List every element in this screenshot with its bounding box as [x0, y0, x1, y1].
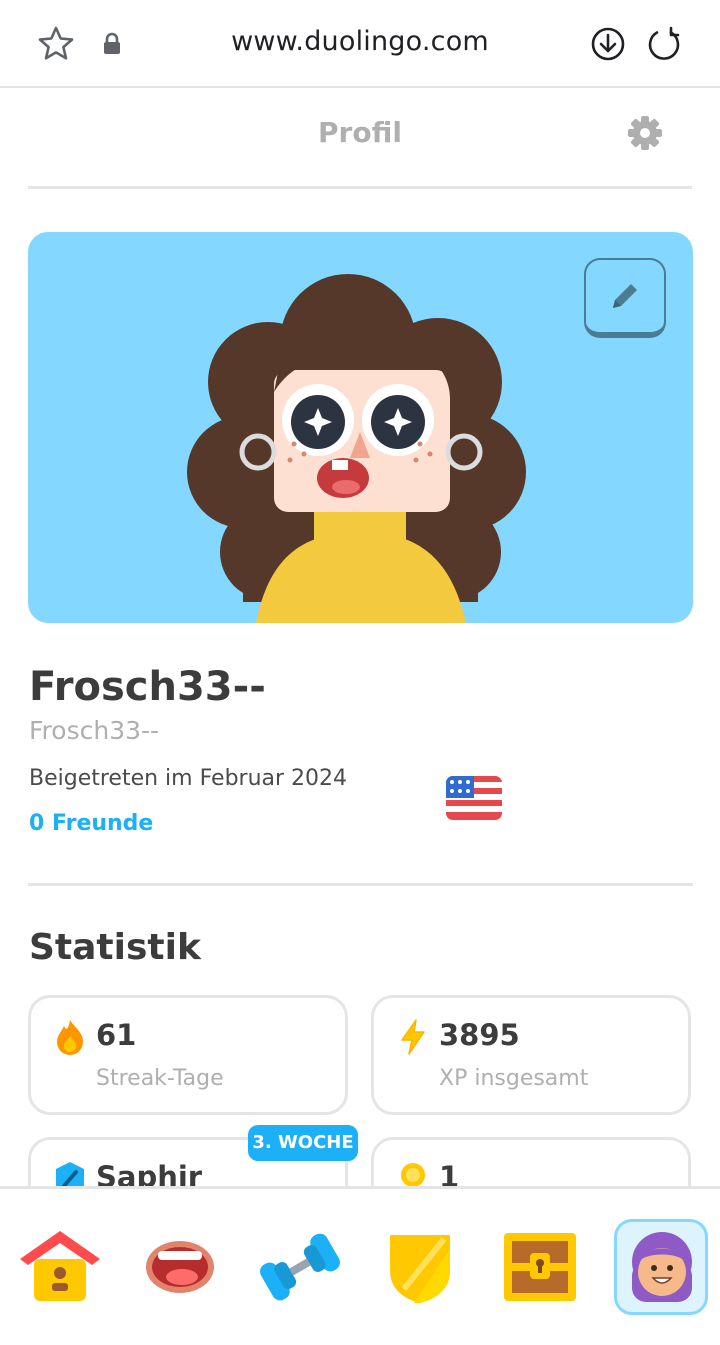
gear-icon[interactable] [626, 114, 664, 152]
speaking-mouth-icon [146, 1241, 214, 1293]
nav-home[interactable] [14, 1219, 106, 1315]
week-badge: 3. WOCHE [248, 1125, 358, 1161]
nav-speaking[interactable] [134, 1219, 226, 1315]
bottom-nav [0, 1186, 720, 1345]
stat-card-xp: 3895 XP insgesamt [371, 995, 691, 1115]
stat-label: XP insgesamt [439, 1066, 589, 1091]
nav-profile[interactable] [614, 1219, 708, 1315]
username: Frosch33-- [29, 716, 160, 745]
stat-label: Streak-Tage [96, 1066, 224, 1091]
pencil-icon [613, 284, 637, 308]
stat-card-streak: 61 Streak-Tage [28, 995, 348, 1115]
joined-date: Beigetreten im Februar 2024 [29, 766, 348, 791]
edit-avatar-button[interactable] [584, 258, 666, 338]
stat-value: 61 [96, 1018, 137, 1052]
treasure-chest-icon [504, 1233, 576, 1301]
nav-shop[interactable] [494, 1219, 586, 1315]
stats-heading: Statistik [29, 927, 201, 968]
league-shield-icon [390, 1235, 450, 1303]
nav-practice[interactable] [254, 1219, 346, 1315]
section-divider [28, 883, 693, 886]
page-title: Profil [318, 116, 402, 149]
reload-icon[interactable] [644, 24, 684, 64]
profile-avatar-icon [632, 1232, 692, 1302]
lightning-icon [401, 1019, 425, 1055]
practice-dumbbell-icon [260, 1233, 340, 1301]
stat-value: 3895 [439, 1018, 520, 1052]
download-icon[interactable] [588, 24, 628, 64]
us-flag-icon[interactable] [446, 776, 502, 820]
profile-avatar-banner [28, 232, 693, 623]
flame-icon [57, 1020, 83, 1055]
friends-link[interactable]: 0 Freunde [29, 811, 153, 836]
display-name: Frosch33-- [29, 664, 266, 710]
nav-leagues[interactable] [374, 1219, 466, 1315]
page-header: Profil [28, 88, 692, 189]
home-icon [20, 1231, 100, 1301]
browser-bar: www.duolingo.com [0, 0, 720, 88]
